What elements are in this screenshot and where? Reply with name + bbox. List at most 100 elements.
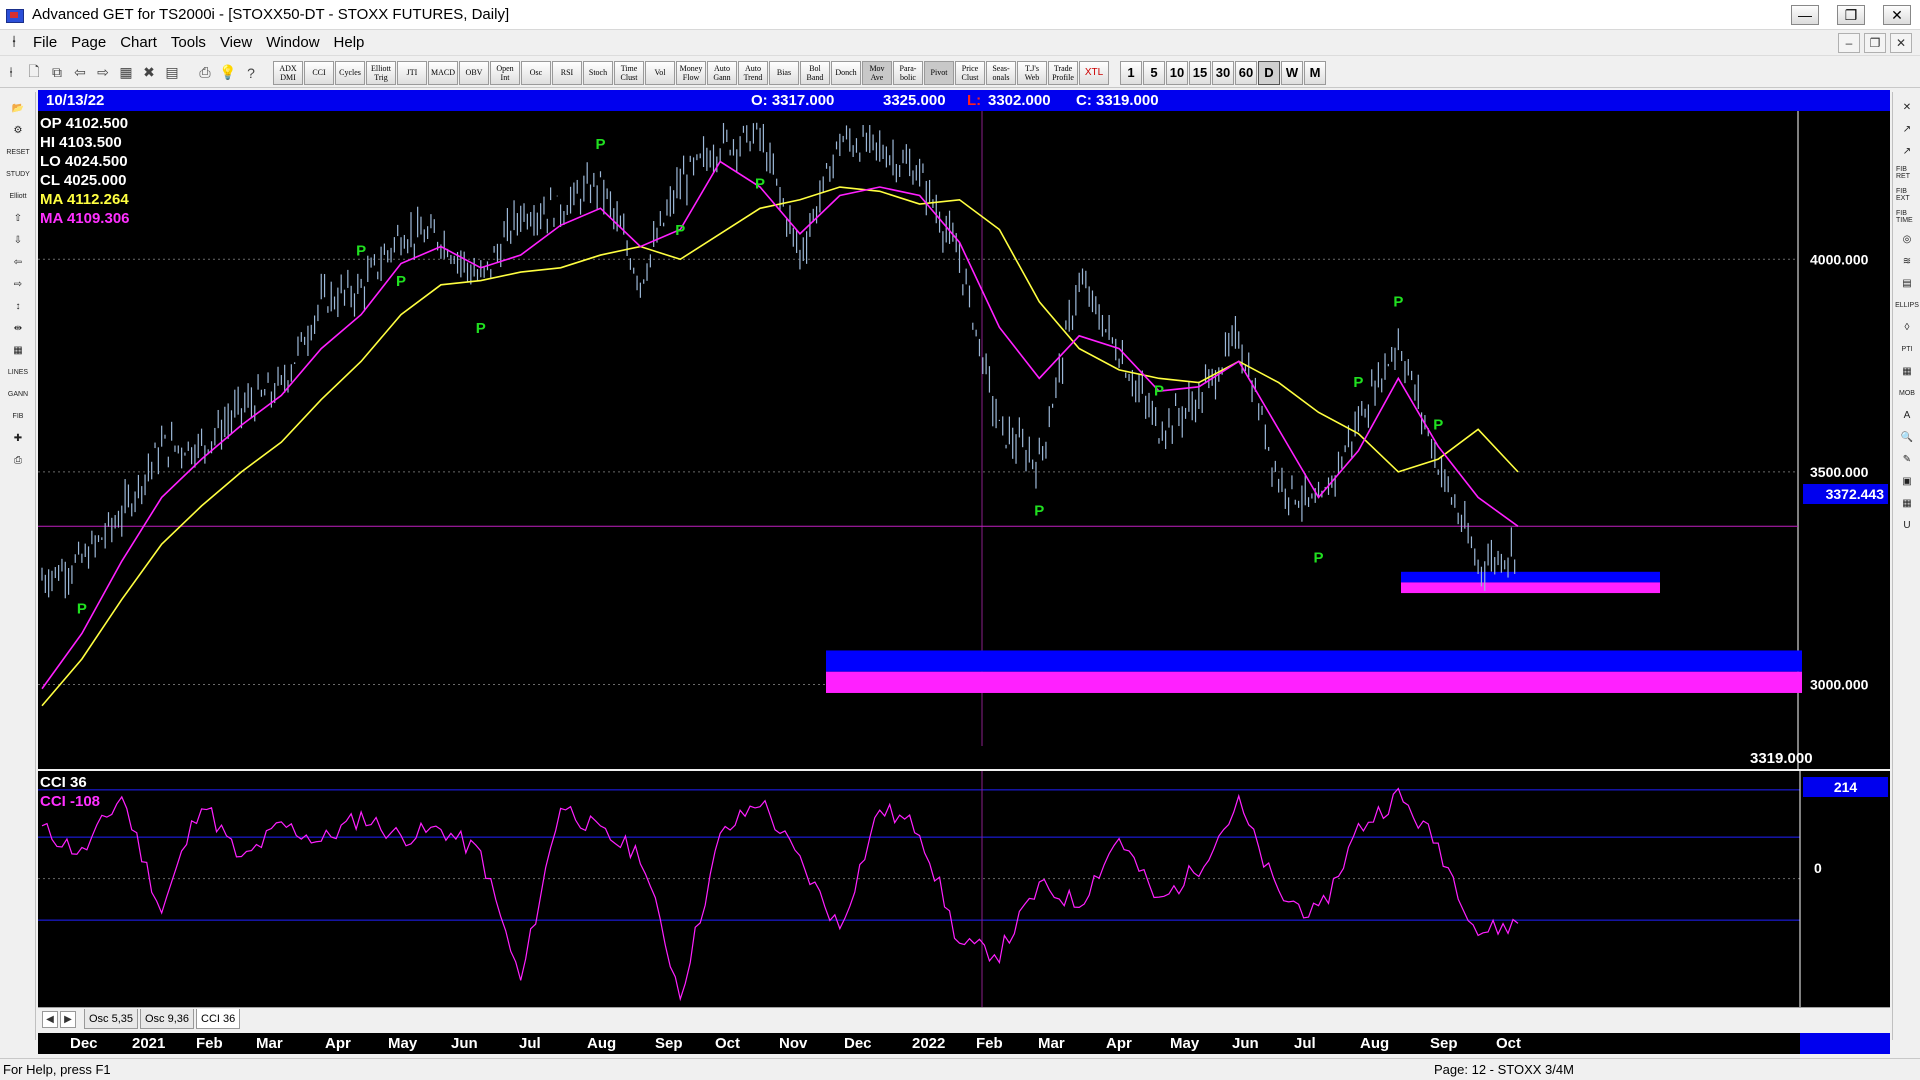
- study-button-mov-ave[interactable]: Mov Ave: [862, 60, 892, 85]
- menu-tools[interactable]: Tools: [166, 34, 215, 51]
- study-button-cycles[interactable]: Cycles: [335, 60, 365, 85]
- left-tool-15-icon[interactable]: ✚: [5, 428, 31, 448]
- right-tool-10-icon[interactable]: ◊: [1896, 318, 1918, 336]
- right-tool-16-icon[interactable]: ✎: [1896, 450, 1918, 468]
- cci-chart[interactable]: CCI 36 CCI -108 214 0: [38, 771, 1890, 1007]
- study-button-elliott-trig[interactable]: Elliott Trig: [366, 60, 396, 85]
- study-button-obv[interactable]: OBV: [459, 60, 489, 85]
- menu-page[interactable]: Page: [66, 34, 115, 51]
- timeframe-button-15[interactable]: 15: [1189, 60, 1211, 85]
- study-button-vol[interactable]: Vol: [645, 60, 675, 85]
- right-tool-17-icon[interactable]: ▣: [1896, 472, 1918, 490]
- doc-close-button[interactable]: ✕: [1890, 33, 1912, 53]
- bulb-icon[interactable]: 💡: [217, 61, 239, 85]
- new-page-icon[interactable]: 🗋: [23, 61, 45, 85]
- grid-icon[interactable]: ▦: [115, 61, 137, 85]
- study-button-jti[interactable]: JTI: [397, 60, 427, 85]
- study-button-time-clust[interactable]: Time Clust: [614, 60, 644, 85]
- study-button-bol-band[interactable]: Bol Band: [800, 60, 830, 85]
- price-chart[interactable]: 4000.0003500.0003000.000PPPPPPPPPPPPPPP …: [38, 111, 1890, 769]
- study-button-donch[interactable]: Donch: [831, 60, 861, 85]
- right-tool-9-icon[interactable]: ELLIPS: [1895, 296, 1919, 314]
- right-tool-4-icon[interactable]: FIB EXT: [1896, 186, 1918, 204]
- left-tool-9-icon[interactable]: ↕: [5, 296, 31, 316]
- cross-icon[interactable]: ✖: [138, 61, 160, 85]
- study-button-xtl[interactable]: XTL: [1079, 60, 1109, 85]
- study-button-rsi[interactable]: RSI: [552, 60, 582, 85]
- left-tool-10-icon[interactable]: ⇹: [5, 318, 31, 338]
- doc-minimize-button[interactable]: –: [1838, 33, 1860, 53]
- right-tool-13-icon[interactable]: MOB: [1896, 384, 1918, 402]
- timeframe-button-60[interactable]: 60: [1235, 60, 1257, 85]
- study-button-money-flow[interactable]: Money Flow: [676, 60, 706, 85]
- right-tool-14-icon[interactable]: A: [1896, 406, 1918, 424]
- timeframe-button-w[interactable]: W: [1281, 60, 1303, 85]
- study-button-trade-profile[interactable]: Trade Profile: [1048, 60, 1078, 85]
- study-button-cci[interactable]: CCI: [304, 60, 334, 85]
- study-button-adx-dmi[interactable]: ADX DMI: [273, 60, 303, 85]
- study-button-bias[interactable]: Bias: [769, 60, 799, 85]
- timeframe-button-m[interactable]: M: [1304, 60, 1326, 85]
- right-tool-7-icon[interactable]: ≋: [1896, 252, 1918, 270]
- right-tool-0-icon[interactable]: ✕: [1896, 98, 1918, 116]
- right-tool-2-icon[interactable]: ↗: [1896, 142, 1918, 160]
- timeframe-button-30[interactable]: 30: [1212, 60, 1234, 85]
- right-tool-12-icon[interactable]: ▦: [1896, 362, 1918, 380]
- menu-help[interactable]: Help: [329, 34, 374, 51]
- left-tool-8-icon[interactable]: ⇨: [5, 274, 31, 294]
- timeframe-button-5[interactable]: 5: [1143, 60, 1165, 85]
- print-icon[interactable]: ⎙: [194, 61, 216, 85]
- left-tool-7-icon[interactable]: ⇦: [5, 252, 31, 272]
- left-tool-1-icon[interactable]: ⚙: [5, 120, 31, 140]
- right-tool-15-icon[interactable]: 🔍: [1896, 428, 1918, 446]
- tab-scroll-left-button[interactable]: ◀: [42, 1011, 58, 1028]
- layout-icon[interactable]: ▤: [161, 61, 183, 85]
- timeframe-button-1[interactable]: 1: [1120, 60, 1142, 85]
- study-button-t-j-s-web[interactable]: T.J's Web: [1017, 60, 1047, 85]
- study-button-seas-onals[interactable]: Seas- onals: [986, 60, 1016, 85]
- study-button-price-clust[interactable]: Price Clust: [955, 60, 985, 85]
- left-tool-0-icon[interactable]: 📂: [5, 98, 31, 118]
- pin-icon[interactable]: ⍿: [0, 61, 22, 85]
- menu-file[interactable]: File: [28, 34, 66, 51]
- tab-osc-9-36[interactable]: Osc 9,36: [140, 1009, 195, 1029]
- left-tool-16-icon[interactable]: ⎙: [5, 450, 31, 470]
- study-button-macd[interactable]: MACD: [428, 60, 458, 85]
- study-button-para-bolic[interactable]: Para- bolic: [893, 60, 923, 85]
- study-button-auto-trend[interactable]: Auto Trend: [738, 60, 768, 85]
- copy-icon[interactable]: ⧉: [46, 61, 68, 85]
- study-button-osc[interactable]: Osc: [521, 60, 551, 85]
- right-tool-19-icon[interactable]: U: [1896, 516, 1918, 534]
- left-tool-13-icon[interactable]: GANN: [5, 384, 31, 404]
- menu-window[interactable]: Window: [261, 34, 328, 51]
- doc-restore-button[interactable]: ❐: [1864, 33, 1886, 53]
- study-button-pivot[interactable]: Pivot: [924, 60, 954, 85]
- menu-view[interactable]: View: [215, 34, 261, 51]
- left-tool-3-icon[interactable]: STUDY: [5, 164, 31, 184]
- minimize-button[interactable]: —: [1782, 0, 1828, 30]
- study-button-auto-gann[interactable]: Auto Gann: [707, 60, 737, 85]
- document-menu-icon[interactable]: ⍿: [0, 32, 28, 54]
- tab-scroll-right-button[interactable]: ▶: [60, 1011, 76, 1028]
- back-icon[interactable]: ⇦: [69, 61, 91, 85]
- right-tool-18-icon[interactable]: ▦: [1896, 494, 1918, 512]
- right-tool-11-icon[interactable]: PTI: [1896, 340, 1918, 358]
- menu-chart[interactable]: Chart: [115, 34, 166, 51]
- close-button[interactable]: ✕: [1874, 0, 1920, 30]
- left-tool-2-icon[interactable]: RESET: [5, 142, 31, 162]
- left-tool-11-icon[interactable]: ▦: [5, 340, 31, 360]
- left-tool-5-icon[interactable]: ⇧: [5, 208, 31, 228]
- maximize-button[interactable]: ❐: [1828, 0, 1874, 30]
- left-tool-4-icon[interactable]: Elliott: [5, 186, 31, 206]
- right-tool-8-icon[interactable]: ▤: [1896, 274, 1918, 292]
- right-tool-3-icon[interactable]: FIB RET: [1896, 164, 1918, 182]
- help-pointer-icon[interactable]: ?: [240, 61, 262, 85]
- tab-osc-5-35[interactable]: Osc 5,35: [84, 1009, 139, 1029]
- right-tool-1-icon[interactable]: ↗: [1896, 120, 1918, 138]
- right-tool-5-icon[interactable]: FIB TIME: [1896, 208, 1918, 226]
- timeframe-button-10[interactable]: 10: [1166, 60, 1188, 85]
- left-tool-12-icon[interactable]: LINES: [5, 362, 31, 382]
- timeframe-button-d[interactable]: D: [1258, 60, 1280, 85]
- right-tool-6-icon[interactable]: ◎: [1896, 230, 1918, 248]
- forward-icon[interactable]: ⇨: [92, 61, 114, 85]
